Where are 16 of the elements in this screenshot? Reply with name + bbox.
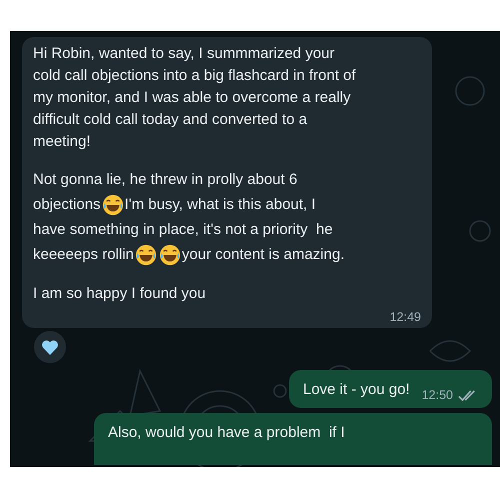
message-text: Also, would you have a problem if I (108, 423, 345, 443)
message-text: Love it - you go! (302, 380, 410, 400)
message-text: Hi Robin, wanted to say, I summmarized your cold call objections into a big flashcard in front of my monitor, and I was able to overcome a really difficult cold call today and converted to a meeting! (33, 45, 357, 150)
message-text: your content is amazing. (182, 245, 344, 265)
message-text: objections (33, 195, 101, 215)
message-time: 12:49 (390, 310, 421, 324)
laughing-face-icon (134, 244, 157, 266)
message-text: have something in place, it's not a priority he (33, 220, 333, 240)
heart-icon (41, 338, 59, 356)
message-text: I'm busy, what is this about, I (124, 195, 316, 215)
laughing-face-icon (158, 244, 181, 266)
message-time: 12:50 (422, 388, 453, 402)
message-text: I am so happy I found you (33, 284, 206, 304)
laughing-face-icon (102, 194, 124, 216)
message-text: keeeeeps rollin (33, 245, 134, 265)
message-text: Not gonna lie, he threw in prolly about 6 (33, 170, 298, 190)
